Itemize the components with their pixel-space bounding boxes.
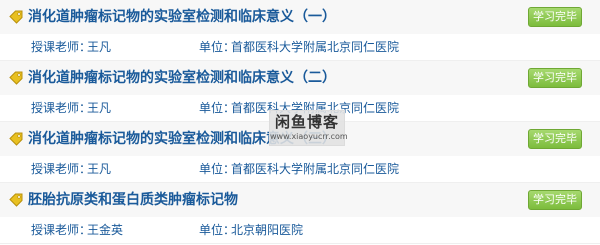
status-badge[interactable]: 学习完毕 [528,7,582,27]
course-info-row: 授课老师： 王金英 单位： 北京朝阳医院 [0,217,600,244]
watermark-logo-text: 闲鱼博客 [274,113,339,131]
status-badge[interactable]: 学习完毕 [528,190,582,210]
status-badge[interactable]: 学习完毕 [528,129,582,149]
watermark: 闲鱼博客 www.xiaoyucrr.com [269,110,348,146]
course-title-link[interactable]: 消化道肿瘤标记物的实验室检测和临床意义（一） [28,7,336,27]
unit-name: 首都医科大学附属北京同仁医院 [231,40,400,54]
price-tag-icon [9,132,23,146]
teacher-name: 王金英 [87,223,124,237]
teacher-label: 授课老师： [31,101,92,115]
course-title-row: 消化道肿瘤标记物的实验室检测和临床意义（一） 学习完毕 [0,0,600,34]
unit-label: 单位： [199,162,236,176]
course-title-link[interactable]: 消化道肿瘤标记物的实验室检测和临床意义（二） [28,68,336,88]
course-info-row: 授课老师： 王凡 单位： 首都医科大学附属北京同仁医院 [0,34,600,61]
teacher-name: 王凡 [87,162,112,176]
unit-name: 首都医科大学附属北京同仁医院 [231,162,400,176]
course-info-row: 授课老师： 王凡 单位： 首都医科大学附属北京同仁医院 [0,156,600,183]
teacher-label: 授课老师： [31,223,92,237]
course-title-link[interactable]: 胚胎抗原类和蛋白质类肿瘤标记物 [28,190,238,210]
course-item: 消化道肿瘤标记物的实验室检测和临床意义（一） 学习完毕 授课老师： 王凡 单位：… [0,0,600,61]
unit-label: 单位： [199,223,236,237]
course-title-row: 胚胎抗原类和蛋白质类肿瘤标记物 学习完毕 [0,183,600,217]
price-tag-icon [9,10,23,24]
teacher-label: 授课老师： [31,40,92,54]
status-badge[interactable]: 学习完毕 [528,68,582,88]
price-tag-icon [9,193,23,207]
unit-label: 单位： [199,101,236,115]
teacher-name: 王凡 [87,40,112,54]
teacher-name: 王凡 [87,101,112,115]
unit-label: 单位： [199,40,236,54]
course-item: 胚胎抗原类和蛋白质类肿瘤标记物 学习完毕 授课老师： 王金英 单位： 北京朝阳医… [0,183,600,244]
price-tag-icon [9,71,23,85]
teacher-label: 授课老师： [31,162,92,176]
course-title-row: 消化道肿瘤标记物的实验室检测和临床意义（二） 学习完毕 [0,61,600,95]
watermark-url: www.xiaoyucrr.com [270,132,348,141]
unit-name: 北京朝阳医院 [231,223,304,237]
